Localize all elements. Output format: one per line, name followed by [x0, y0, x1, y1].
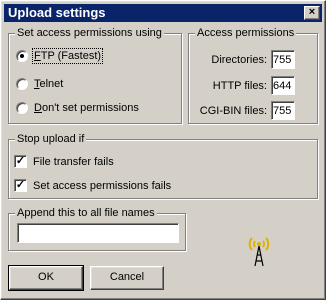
close-button[interactable]: × — [304, 6, 320, 20]
append-input[interactable] — [17, 223, 179, 243]
set-permissions-label: Set access permissions fails — [33, 179, 172, 192]
set-permissions-checkbox[interactable]: ✓ — [14, 179, 27, 192]
window-title: Upload settings — [8, 5, 106, 20]
http-files-input[interactable] — [271, 76, 295, 95]
checkbox-set-permissions[interactable]: ✓ Set access permissions fails — [14, 179, 171, 192]
cgi-bin-files-label: CGI-BIN files: — [199, 105, 267, 117]
file-transfer-checkbox[interactable]: ✓ — [14, 155, 27, 168]
access-method-legend: Set access permissions using — [15, 26, 164, 40]
title-bar: Upload settings × — [4, 4, 322, 22]
radio-ftp-button[interactable] — [16, 50, 28, 62]
stop-upload-legend: Stop upload if — [15, 132, 87, 146]
cancel-button[interactable]: Cancel — [90, 266, 164, 290]
radio-tower-icon — [248, 237, 270, 267]
radio-no-permissions-button[interactable] — [16, 102, 28, 114]
radio-no-permissions[interactable]: Don't set permissions — [16, 102, 139, 114]
radio-no-permissions-label: Don't set permissions — [34, 102, 139, 114]
directories-input[interactable] — [271, 50, 295, 69]
radio-ftp-label: FTP (Fastest) — [31, 48, 104, 64]
access-permissions-legend: Access permissions — [195, 26, 297, 40]
radio-telnet-button[interactable] — [16, 78, 28, 90]
directories-label: Directories: — [211, 54, 267, 66]
radio-telnet[interactable]: Telnet — [16, 78, 63, 90]
file-transfer-label: File transfer fails — [33, 155, 114, 168]
radio-ftp[interactable]: FTP (Fastest) — [16, 48, 104, 64]
upload-settings-dialog: Upload settings × Set access permissions… — [0, 0, 326, 300]
checkbox-file-transfer[interactable]: ✓ File transfer fails — [14, 155, 114, 168]
append-legend: Append this to all file names — [15, 206, 157, 220]
cgi-bin-files-input[interactable] — [271, 101, 295, 120]
http-files-label: HTTP files: — [212, 80, 267, 92]
ok-button[interactable]: OK — [8, 265, 84, 291]
radio-telnet-label: Telnet — [34, 78, 64, 90]
